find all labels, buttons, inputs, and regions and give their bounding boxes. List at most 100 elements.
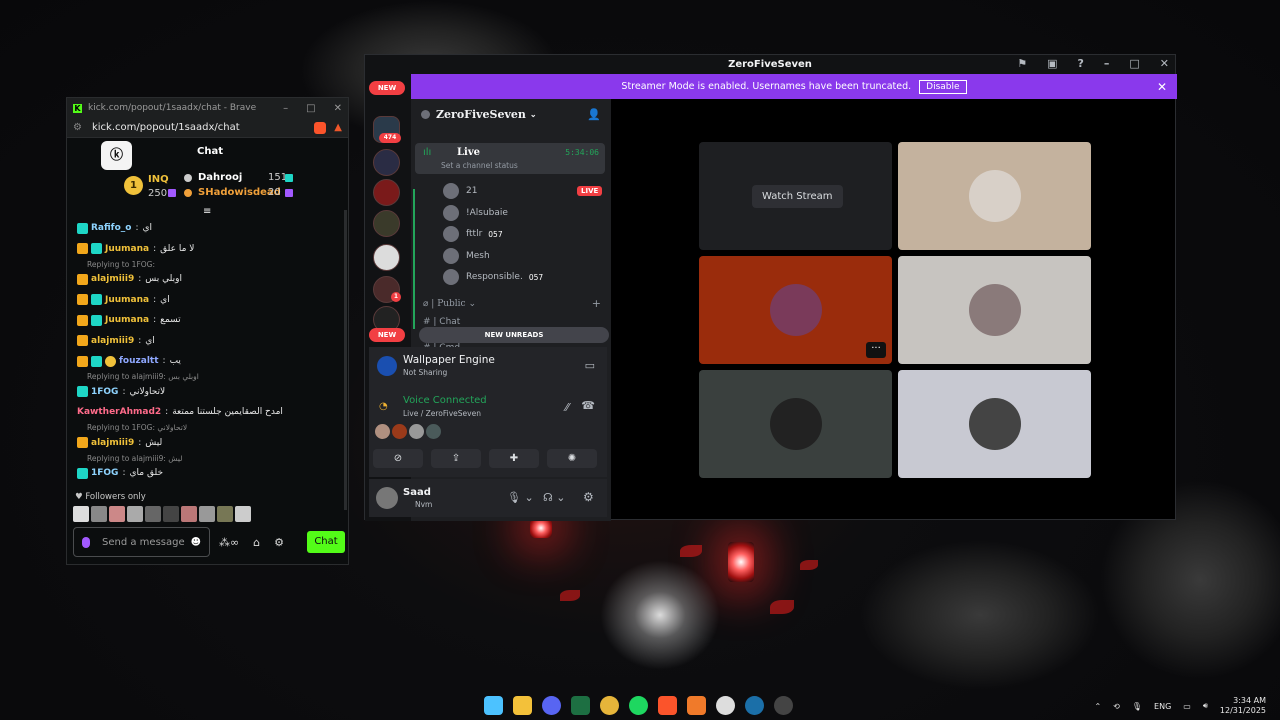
settings-icon[interactable]: ⚙ [583, 490, 594, 504]
server-icon[interactable] [373, 244, 400, 271]
headset-icon[interactable]: ☊ ⌄ [543, 491, 565, 504]
viewer-avatar[interactable] [199, 506, 215, 522]
new-unreads-pill[interactable]: NEW UNREADS [419, 327, 609, 343]
chat-scrollbar[interactable] [344, 210, 347, 510]
activities-button[interactable]: ✚ [489, 449, 539, 468]
user-name[interactable]: Saad [403, 487, 431, 498]
chat-username[interactable]: 1FOG [91, 387, 118, 397]
spotify-icon[interactable] [629, 696, 648, 715]
excel-icon[interactable] [571, 696, 590, 715]
collapse-leaderboard-icon[interactable]: ≡ [203, 206, 211, 217]
screen-share-icon[interactable]: ▭ [585, 359, 595, 372]
teal-badge-icon[interactable] [91, 355, 102, 367]
chat-username[interactable]: Juumana [105, 295, 149, 305]
app-icon[interactable] [716, 696, 735, 715]
chat-username[interactable]: Juumana [105, 315, 149, 325]
brave-shields-icon[interactable] [314, 121, 327, 134]
teal-badge-icon[interactable] [77, 467, 88, 479]
server-header[interactable]: ZeroFiveSeven ⌄ 👤 [411, 99, 611, 129]
language-indicator[interactable]: ENG [1154, 702, 1171, 711]
server-icon[interactable] [373, 179, 400, 206]
voice-avatar[interactable] [426, 424, 441, 439]
close-icon[interactable]: ✕ [1160, 57, 1169, 70]
chat-username[interactable]: Juumana [105, 244, 149, 254]
crown-badge-icon[interactable] [77, 243, 88, 255]
emoji-icon[interactable]: ☻ [191, 537, 201, 548]
viewer-avatar[interactable] [163, 506, 179, 522]
chat-send-button[interactable]: Chat [307, 531, 345, 553]
mic-icon[interactable]: 🎙︎ [1132, 702, 1142, 711]
help-icon[interactable]: ? [1077, 57, 1083, 70]
channel-status[interactable]: Set a channel status [441, 161, 518, 170]
steam-icon[interactable] [745, 696, 764, 715]
teal-badge-icon[interactable] [91, 243, 102, 255]
reply-context[interactable]: Replying to alajmiii9: ليش [77, 453, 347, 463]
participant-tile[interactable] [898, 256, 1091, 364]
viewer-avatar[interactable] [181, 506, 197, 522]
server-icon[interactable] [373, 210, 400, 237]
chevron-up-icon[interactable]: ⌃ [1094, 702, 1101, 711]
app-icon[interactable] [774, 696, 793, 715]
brave-rewards-icon[interactable]: ▲ [334, 122, 342, 133]
sync-icon[interactable]: ⟲ [1113, 702, 1120, 711]
voice-user[interactable]: !Alsubaie [443, 204, 508, 221]
site-info-icon[interactable]: ⚙ [73, 122, 82, 133]
reply-context[interactable]: Replying to alajmiii9: اوبلي بس [77, 372, 347, 382]
flag-icon[interactable]: ⚑ [1017, 57, 1027, 70]
address-bar[interactable]: ⚙ kick.com/popout/1saadx/chat ▲ [67, 118, 348, 138]
server-icon[interactable] [373, 149, 400, 176]
clock[interactable]: 3:34 AM 12/31/2025 [1220, 696, 1266, 716]
crown-badge-icon[interactable] [77, 335, 88, 347]
windows-start-icon[interactable] [484, 696, 503, 715]
voice-channel-live[interactable]: ılı Live 5:34:06 Set a channel status [415, 143, 605, 174]
viewer-avatar[interactable] [127, 506, 143, 522]
chat-username[interactable]: 1FOG [91, 468, 118, 478]
voice-avatar[interactable] [409, 424, 424, 439]
maximize-icon[interactable]: □ [1129, 57, 1139, 70]
watch-stream-button[interactable]: Watch Stream [752, 185, 843, 208]
voice-user[interactable]: fttlr 057 [443, 226, 503, 242]
noise-suppression-icon[interactable]: ⁄⁄ [565, 401, 569, 414]
participant-tile[interactable] [898, 370, 1091, 478]
crown-badge-icon[interactable] [77, 355, 88, 367]
chat-username[interactable]: alajmiii9 [91, 274, 134, 284]
chat-input-placeholder[interactable]: Send a message [102, 537, 185, 548]
teal-badge-icon[interactable] [91, 294, 102, 306]
url-text[interactable]: kick.com/popout/1saadx/chat [92, 122, 240, 133]
mic-icon[interactable]: 🎙︎ ⌄ [507, 491, 534, 504]
chat-username[interactable]: alajmiii9 [91, 438, 134, 448]
kick-app-icon[interactable]: ⓚ [101, 141, 132, 170]
participant-tile[interactable] [699, 370, 892, 478]
teal-badge-icon[interactable] [77, 386, 88, 398]
user-avatar[interactable] [376, 487, 398, 509]
disable-streamer-mode-button[interactable]: Disable [919, 79, 967, 94]
close-icon[interactable]: ✕ [334, 103, 342, 114]
category-public[interactable]: ⌀ | Public ⌄ [423, 299, 476, 309]
teal-badge-icon[interactable] [77, 222, 88, 234]
share-screen-button[interactable]: ⇪ [431, 449, 481, 468]
viewer-avatar[interactable] [145, 506, 161, 522]
chat-username[interactable]: KawtherAhmad2 [77, 407, 161, 417]
minimize-icon[interactable]: – [283, 103, 288, 114]
teal-badge-icon[interactable] [91, 314, 102, 326]
disconnect-icon[interactable]: ☎ [581, 399, 595, 412]
add-member-icon[interactable]: 👤 [587, 108, 601, 121]
brave-icon[interactable] [658, 696, 677, 715]
voice-connected-subtitle[interactable]: Live / ZeroFiveSeven [403, 409, 481, 418]
maximize-icon[interactable]: □ [306, 103, 315, 114]
chat-username[interactable]: Rafifo_o [91, 223, 131, 233]
voice-user[interactable]: 21 [443, 183, 477, 199]
participant-tile[interactable]: Watch Stream [699, 142, 892, 250]
reply-context[interactable]: Replying to 1FOG: [77, 259, 347, 269]
crown-badge-icon[interactable] [77, 294, 88, 306]
chat-username[interactable]: fouzaltt [119, 356, 159, 366]
voice-user[interactable]: Mesh [443, 247, 490, 264]
settings-icon[interactable]: ⚙ [274, 536, 284, 549]
gold-badge-icon[interactable] [105, 355, 116, 367]
participant-tile[interactable] [898, 142, 1091, 250]
store-icon[interactable]: ⌂ [253, 536, 260, 549]
network-icon[interactable]: ▭ [1183, 702, 1191, 711]
discord-icon[interactable] [542, 696, 561, 715]
viewer-avatar[interactable] [109, 506, 125, 522]
voice-user[interactable]: Responsible. 057 [443, 269, 543, 285]
